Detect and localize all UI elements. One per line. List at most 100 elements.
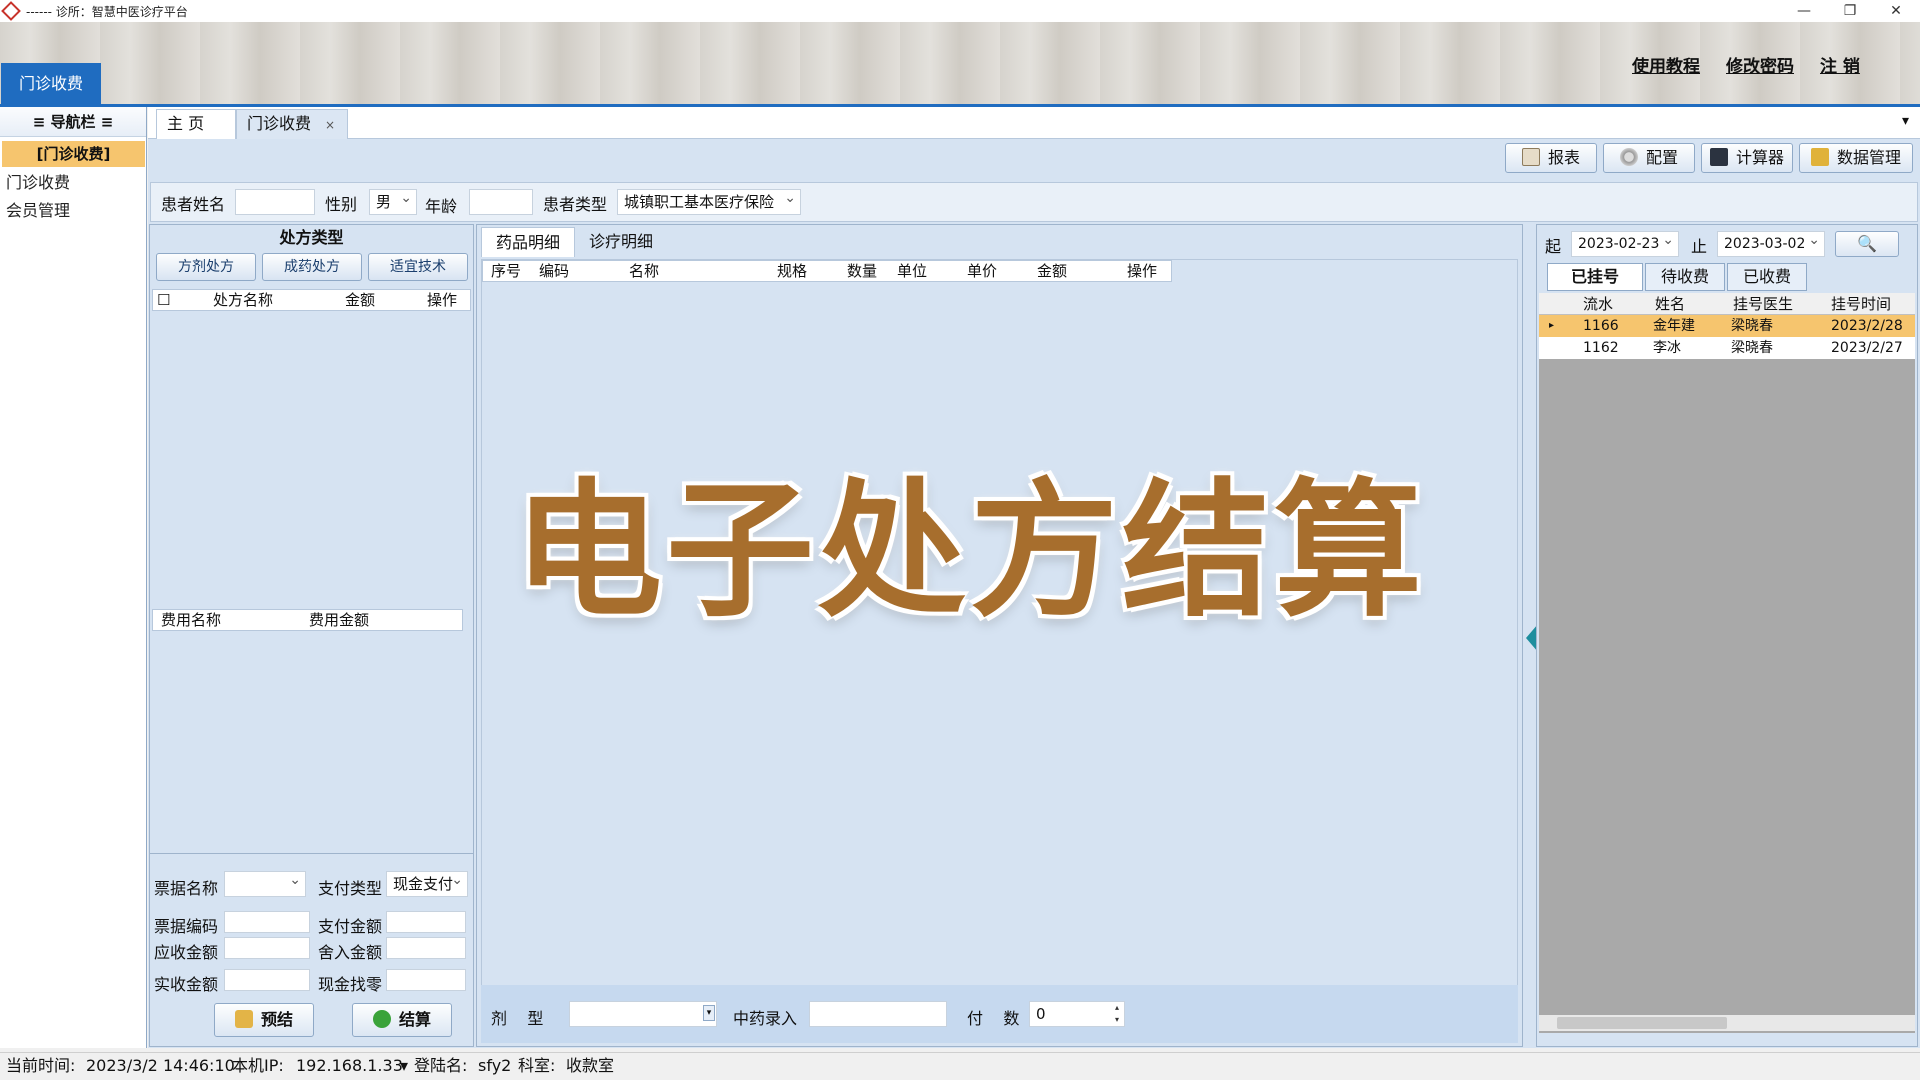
restore-button[interactable]: ❐	[1827, 0, 1873, 22]
registration-grid-header: 流水 姓名 挂号医生 挂号时间	[1539, 293, 1915, 315]
tab-home[interactable]: 主 页	[156, 109, 236, 139]
col-patient-name: 姓名	[1655, 295, 1686, 313]
tab-registered[interactable]: 已挂号	[1547, 263, 1643, 291]
pre-settle-label: 预结	[260, 1010, 293, 1029]
gear-icon	[1619, 148, 1638, 166]
age-label: 年龄	[425, 197, 458, 216]
patent-medicine-button[interactable]: 成药处方	[262, 253, 362, 281]
nav-group-outpatient-billing[interactable]: [门诊收费]	[2, 141, 145, 167]
table-row[interactable]: 1162 李冰 梁晓春 2023/2/27	[1539, 337, 1915, 359]
fee-grid-header: 费用名称 费用金额	[152, 609, 463, 631]
search-button[interactable]: 🔍	[1835, 231, 1899, 257]
report-icon	[1521, 148, 1540, 166]
rounding-input[interactable]	[386, 937, 466, 959]
from-date-picker[interactable]: 2023-02-23	[1571, 228, 1679, 257]
col-code: 编码	[539, 262, 570, 280]
patient-name-input[interactable]	[235, 189, 315, 215]
receivable-input[interactable]	[224, 937, 310, 959]
module-tab-outpatient-billing[interactable]: 门诊收费	[1, 63, 101, 104]
nav-item-outpatient-billing[interactable]: 门诊收费	[6, 169, 70, 193]
tab-outpatient-billing[interactable]: 门诊收费 ×	[236, 109, 348, 139]
doses-spinner-icon[interactable]: ▴ ▾	[1111, 1002, 1123, 1026]
select-all-checkbox[interactable]: ☐	[157, 290, 170, 310]
report-button[interactable]: 报表	[1505, 143, 1597, 173]
tabs-overflow-icon[interactable]: ▾	[1902, 113, 1909, 129]
data-management-button[interactable]: 数据管理	[1799, 143, 1913, 173]
prescription-type-title: 处方类型	[279, 228, 344, 247]
herb-input[interactable]	[809, 1001, 947, 1027]
dept-label: 科室:	[518, 1056, 556, 1075]
row-reg-time: 2023/2/27	[1831, 340, 1903, 356]
gender-select[interactable]: 男	[369, 186, 417, 215]
scrollbar-thumb[interactable]	[1557, 1017, 1727, 1029]
col-serial: 流水	[1583, 295, 1614, 313]
col-amount: 金额	[1037, 262, 1068, 280]
ip-label: 本机IP:	[232, 1056, 284, 1075]
col-amount: 金额	[345, 291, 376, 309]
table-row[interactable]: ▸ 1166 金年建 梁晓春 2023/2/28	[1539, 315, 1915, 337]
receivable-label: 应收金额	[154, 943, 219, 962]
nav-header[interactable]: ≡ 导航栏 ≡	[0, 107, 146, 137]
row-patient-name: 李冰	[1653, 340, 1681, 356]
horizontal-scrollbar[interactable]	[1539, 1015, 1915, 1031]
formula-prescription-button[interactable]: 方剂处方	[156, 253, 256, 281]
pay-type-select[interactable]: 现金支付	[386, 871, 468, 897]
invoice-code-input[interactable]	[224, 911, 310, 933]
user-value: sfy2	[478, 1056, 512, 1075]
settle-label: 结算	[398, 1010, 431, 1029]
patent-medicine-label: 成药处方	[284, 259, 340, 275]
change-label: 现金找零	[318, 975, 383, 994]
received-input[interactable]	[224, 969, 310, 991]
invoice-name-select[interactable]	[224, 868, 306, 897]
row-doctor: 梁晓春	[1731, 340, 1773, 356]
dept-value: 收款室	[566, 1056, 615, 1075]
tutorial-link[interactable]: 使用教程	[1632, 52, 1700, 77]
registration-grid: 流水 姓名 挂号医生 挂号时间 ▸ 1166 金年建 梁晓春 2023/2/28…	[1539, 293, 1915, 1033]
tab-treatment-detail[interactable]: 诊疗明细	[575, 227, 667, 257]
appropriate-technique-label: 适宜技术	[390, 259, 446, 275]
pay-amount-input[interactable]	[386, 911, 466, 933]
tab-close-icon[interactable]: ×	[325, 118, 335, 132]
row-patient-name: 金年建	[1653, 318, 1695, 334]
fee-divider	[150, 853, 473, 854]
settle-button[interactable]: 结算	[352, 1003, 452, 1037]
patient-type-label: 患者类型	[543, 195, 608, 214]
window-title: ------ 诊所：智慧中医诊疗平台	[26, 5, 188, 19]
col-fee-name: 费用名称	[161, 611, 222, 629]
dosage-form-label: 剂 型	[491, 1009, 544, 1028]
tab-drug-detail[interactable]: 药品明细	[481, 227, 576, 257]
pre-settle-icon	[234, 1010, 253, 1028]
close-window-button[interactable]: ✕	[1873, 0, 1919, 22]
age-input[interactable]	[469, 189, 533, 215]
config-button[interactable]: 配置	[1603, 143, 1695, 173]
pay-type-label: 支付类型	[318, 879, 383, 898]
user-label: 登陆名:	[414, 1056, 468, 1075]
to-date-picker[interactable]: 2023-03-02	[1717, 228, 1825, 257]
dosage-form-select[interactable]	[569, 1001, 717, 1027]
change-input[interactable]	[386, 969, 466, 991]
patient-name-label: 患者姓名	[161, 195, 226, 214]
received-label: 实收金额	[154, 975, 219, 994]
search-icon: 🔍	[1857, 234, 1877, 253]
doses-label: 付 数	[967, 1009, 1020, 1028]
calculator-label: 计算器	[1735, 148, 1784, 167]
status-separator-icon: ▾	[400, 1056, 409, 1075]
appropriate-technique-button[interactable]: 适宜技术	[368, 253, 468, 281]
nav-item-member-management[interactable]: 会员管理	[6, 197, 70, 221]
change-password-link[interactable]: 修改密码	[1726, 52, 1794, 77]
report-label: 报表	[1547, 148, 1580, 167]
patient-type-select[interactable]: 城镇职工基本医疗保险	[617, 189, 801, 215]
logout-link[interactable]: 注 销	[1820, 52, 1860, 77]
herb-input-label: 中药录入	[733, 1009, 798, 1028]
dosage-form-dropdown-icon[interactable]: ▾	[703, 1005, 715, 1021]
minimize-button[interactable]: —	[1781, 0, 1827, 22]
row-serial: 1166	[1583, 318, 1619, 334]
document-tabs-bar: 主 页 门诊收费 × ▾	[148, 107, 1920, 139]
calculator-button[interactable]: 计算器	[1701, 143, 1793, 173]
tab-pending-payment[interactable]: 待收费	[1645, 263, 1725, 291]
tab-paid[interactable]: 已收费	[1727, 263, 1807, 291]
header-banner: 使用教程 修改密码 注 销	[0, 22, 1920, 106]
col-operation: 操作	[427, 291, 458, 309]
row-serial: 1162	[1583, 340, 1619, 356]
pre-settle-button[interactable]: 预结	[214, 1003, 314, 1037]
